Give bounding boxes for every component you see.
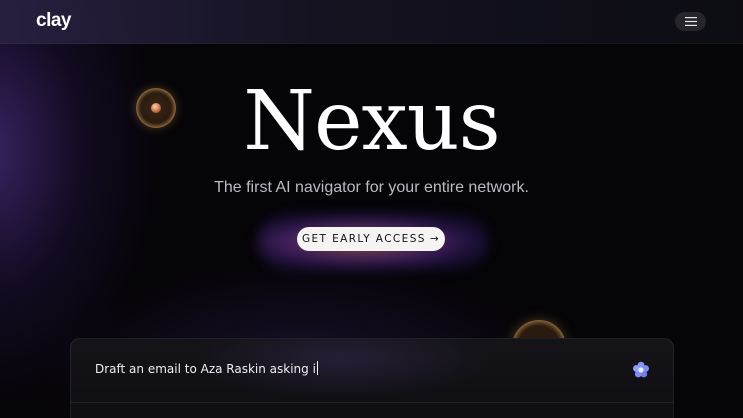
prompt-card: Draft an email to Aza Raskin asking i [70, 338, 674, 418]
flower-icon[interactable] [631, 360, 651, 380]
prompt-text: Draft an email to Aza Raskin asking i [95, 362, 316, 376]
hamburger-menu-icon [684, 17, 697, 26]
text-caret [316, 361, 318, 375]
cta-label: GET EARLY ACCESS [301, 233, 426, 245]
top-nav-bar: clay [0, 0, 743, 44]
get-early-access-button[interactable]: GET EARLY ACCESS → [297, 227, 445, 251]
hero-title: Nexus [243, 74, 500, 169]
menu-button[interactable] [675, 12, 706, 31]
clay-logo[interactable]: clay [36, 11, 71, 31]
prompt-input[interactable]: Draft an email to Aza Raskin asking i [95, 361, 318, 377]
card-divider [71, 402, 673, 403]
page: clay Nexus The first AI navigator for yo… [0, 0, 743, 418]
hero-subtitle: The first AI navigator for your entire n… [214, 179, 529, 196]
arrow-right-icon: → [429, 233, 441, 245]
